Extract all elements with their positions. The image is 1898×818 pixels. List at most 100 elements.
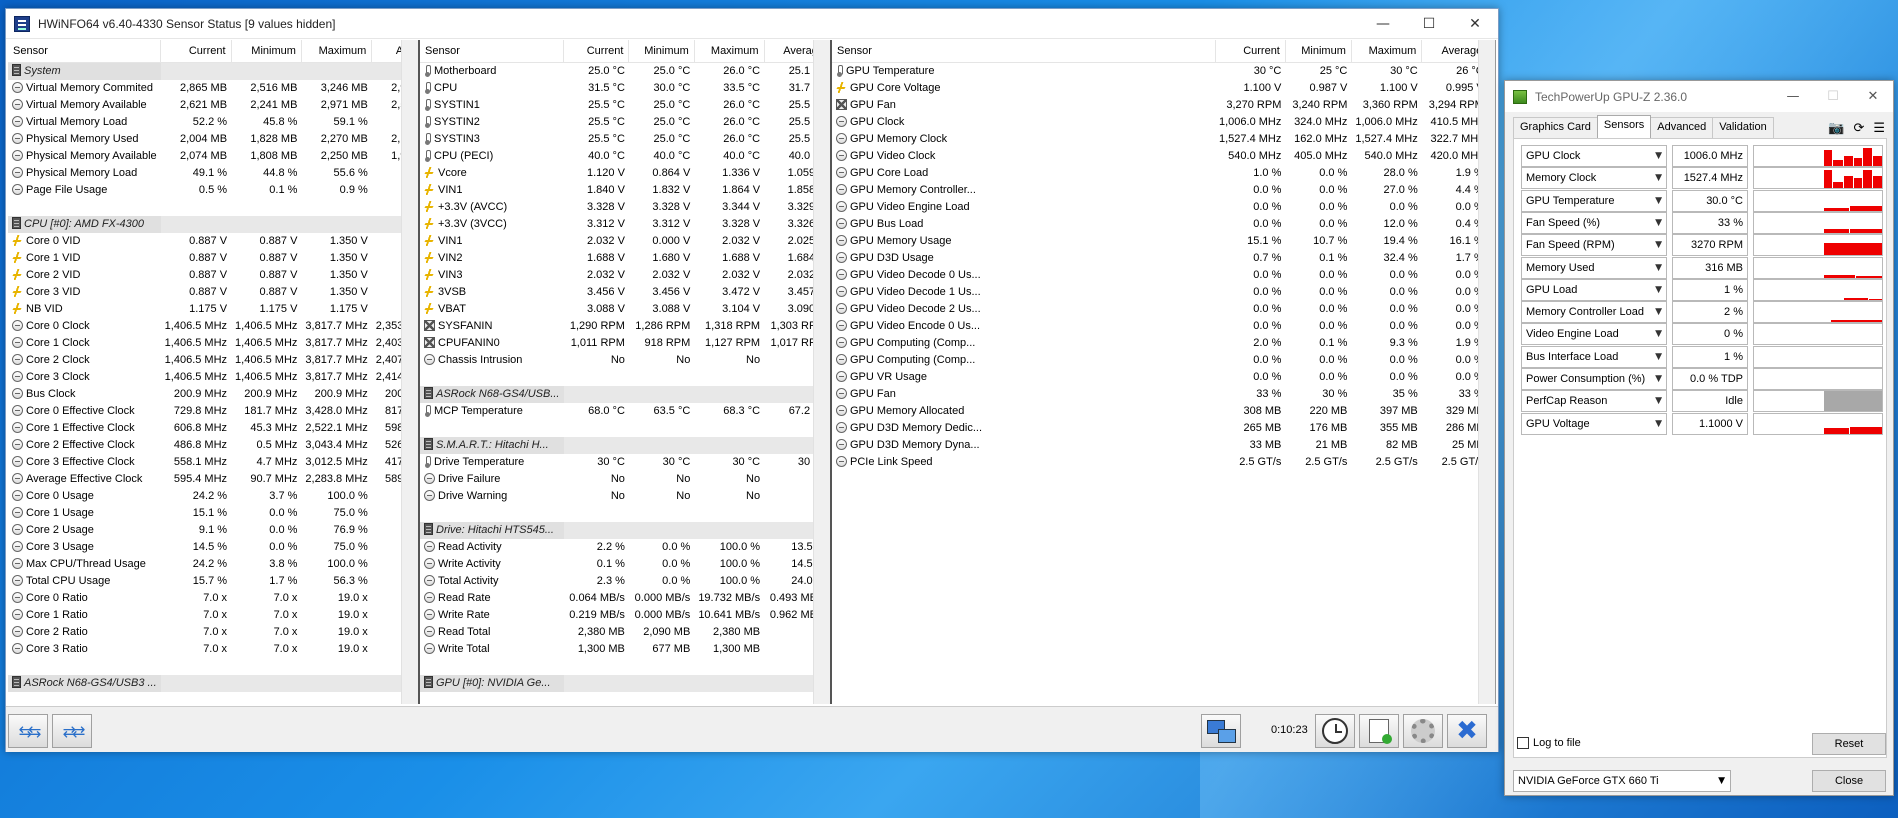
reset-button[interactable]: Reset [1812, 733, 1886, 755]
column-header-minimum[interactable]: Minimum [1285, 40, 1352, 63]
refresh-icon[interactable]: ⟳ [1853, 121, 1864, 136]
vertical-scrollbar[interactable] [401, 40, 418, 704]
sensor-row[interactable]: SYSTIN3 25.5 °C 25.0 °C 26.0 °C 25.5 °C [420, 131, 830, 148]
close-button[interactable]: ✕ [1452, 9, 1498, 39]
sensor-row[interactable]: Total CPU Usage15.7 %1.7 %56.3 %15.7 % [8, 573, 418, 590]
sensor-row[interactable]: GPU Computing (Comp... 0.0 % 0.0 % 0.0 % 0.0… [832, 352, 1488, 369]
sensor-row[interactable]: Drive Failure No No No [420, 471, 830, 488]
sensor-row[interactable]: Core 0 Ratio7.0 x7.0 x19.0 x11.7 x [8, 590, 418, 607]
sensor-row[interactable]: Core 0 VID0.887 V0.887 V1.350 V1.080 V [8, 233, 418, 250]
sensor-panel-2[interactable]: Sensor Current Minimum Maximum Average Mother… [420, 40, 832, 704]
sensor-row[interactable]: Average Effective Clock 595.4 MHz 90.7 MHz… [8, 471, 418, 488]
sensor-row[interactable]: GPU Fan 33 % 30 % 35 % 33 % [832, 386, 1488, 403]
sensor-row[interactable]: GPU Computing (Comp... 2.0 % 0.1 % 9.3 % 1.9… [832, 335, 1488, 352]
sensor-row[interactable]: Bus Clock 200.9 MHz 200.9 MHz 200.9 MHz 200.… [8, 386, 418, 403]
sensor-row[interactable]: Virtual Memory Load52.2 %45.8 %59.1 %53.… [8, 114, 418, 131]
column-header-sensor[interactable]: Sensor [420, 40, 564, 63]
sensor-row[interactable]: Read Total 2,380 MB 2,090 MB 2,380 MB [420, 624, 830, 641]
sensor-row[interactable]: Vcore 1.120 V 0.864 V 1.336 V 1.059 V [420, 165, 830, 182]
sensor-row[interactable]: Core 1 Usage15.1 %0.0 %75.0 %16.0 % [8, 505, 418, 522]
expand-columns-button[interactable]: ⇆⇆ [8, 714, 48, 748]
sensor-row[interactable]: Page File Usage0.5 %0.1 %0.9 %0.6 % [8, 182, 418, 199]
sensor-row[interactable]: CPU 31.5 °C 30.0 °C 33.5 °C 31.7 °C [420, 80, 830, 97]
sensor-row[interactable]: GPU Video Clock 540.0 MHz 405.0 MHz 540.0 M… [832, 148, 1488, 165]
sensor-row[interactable]: GPU Bus Load 0.0 % 0.0 % 12.0 % 0.4 % [832, 216, 1488, 233]
sensor-panel-1[interactable]: SensorCurrentMinimumMaximumAverageSystem… [8, 40, 420, 704]
sensor-group-header[interactable]: S.M.A.R.T.: Hitachi H... [420, 436, 830, 454]
maximize-button[interactable]: ☐ [1406, 9, 1452, 39]
sensor-label-dropdown[interactable]: Memory Used ▼ [1521, 256, 1667, 279]
sensor-label-dropdown[interactable]: Bus Interface Load ▼ [1521, 345, 1667, 368]
sensor-row[interactable]: VIN1 1.840 V 1.832 V 1.864 V 1.858 V [420, 182, 830, 199]
sensor-group-header[interactable]: ASRock N68-GS4/USB3 ... [8, 674, 418, 692]
sensor-row[interactable]: VIN2 1.688 V 1.680 V 1.688 V 1.684 V [420, 250, 830, 267]
sensor-row[interactable]: Virtual Memory Commited 2,865 MB 2,516 MB 3… [8, 80, 418, 97]
sensor-row[interactable]: Core 2 Clock 1,406.5 MHz 1,406.5 MHz 3,817.… [8, 352, 418, 369]
gpuz-titlebar[interactable]: TechPowerUp GPU-Z 2.36.0 — ☐ ✕ [1505, 81, 1893, 112]
sensor-row[interactable]: GPU Core Voltage 1.100 V 0.987 V 1.100 V 0.9… [832, 80, 1488, 97]
sensor-row[interactable]: GPU Temperature 30 °C 25 °C 30 °C 26 °C [832, 62, 1488, 80]
sensor-row[interactable]: Motherboard 25.0 °C 25.0 °C 26.0 °C 25.1 °C [420, 62, 830, 80]
close-gpuz-button[interactable]: Close [1812, 770, 1886, 792]
column-header-minimum[interactable]: Minimum [628, 40, 695, 63]
sensor-row[interactable]: Read Activity 2.2 % 0.0 % 100.0 % 13.5 % [420, 539, 830, 556]
minimize-button[interactable]: — [1360, 9, 1406, 39]
camera-icon[interactable]: 📷 [1828, 121, 1844, 136]
sensor-row[interactable]: Core 3 Ratio7.0 x7.0 x19.0 x12.0 x [8, 641, 418, 658]
sensor-row[interactable]: SYSTIN1 25.5 °C 25.0 °C 26.0 °C 25.5 °C [420, 97, 830, 114]
sensor-label-dropdown[interactable]: Power Consumption (%) ▼ [1521, 368, 1667, 390]
sensor-panel-3[interactable]: Sensor Current Minimum Maximum Average GPU Te… [832, 40, 1496, 704]
column-header-maximum[interactable]: Maximum [1351, 40, 1423, 63]
sensor-row[interactable]: SYSFANIN 1,290 RPM 1,286 RPM 1,318 RPM 1,303… [420, 318, 830, 335]
sensor-row[interactable]: GPU Memory Clock 1,527.4 MHz 162.0 MHz 1,52… [832, 131, 1488, 148]
sensor-row[interactable]: Core 2 Effective Clock 486.8 MHz 0.5 MHz 3,… [8, 437, 418, 454]
sensor-group-header[interactable]: CPU [#0]: AMD FX-4300 [8, 215, 418, 233]
sensor-group-header[interactable]: Drive: Hitachi HTS545... [420, 521, 830, 539]
sensor-row[interactable]: Physical Memory Load49.1 %44.8 %55.6 %51… [8, 165, 418, 182]
sensor-row[interactable]: Write Total 1,300 MB 677 MB 1,300 MB [420, 641, 830, 658]
sensor-row[interactable]: Read Rate 0.064 MB/s 0.000 MB/s 19.732 MB/s… [420, 590, 830, 607]
column-header-maximum[interactable]: Maximum [694, 40, 765, 63]
sensor-label-dropdown[interactable]: GPU Clock ▼ [1521, 145, 1667, 167]
sensor-row[interactable]: Core 1 Effective Clock 606.8 MHz 45.3 MHz 2… [8, 420, 418, 437]
sensor-row[interactable]: GPU Fan 3,270 RPM 3,240 RPM 3,360 RPM 3,294 … [832, 97, 1488, 114]
sensor-row[interactable]: Virtual Memory Available 2,621 MB 2,241 MB… [8, 97, 418, 114]
sensor-row[interactable]: GPU D3D Memory Dyna... 33 MB 21 MB 82 MB 25 … [832, 437, 1488, 454]
sensor-row[interactable]: Core 0 Usage24.2 %3.7 %100.0 %22.7 % [8, 488, 418, 505]
tab-graphics-card[interactable]: Graphics Card [1513, 117, 1598, 139]
sensor-row[interactable]: Core 3 Usage14.5 %0.0 %75.0 %10.7 % [8, 539, 418, 556]
sensor-row[interactable]: SYSTIN2 25.5 °C 25.0 °C 26.0 °C 25.5 °C [420, 114, 830, 131]
sensor-row[interactable]: VIN3 2.032 V 2.032 V 2.032 V 2.032 V [420, 267, 830, 284]
sensor-row[interactable]: VIN1 2.032 V 0.000 V 2.032 V 2.025 V [420, 233, 830, 250]
collapse-columns-button[interactable]: ⇄⇄ [52, 714, 92, 748]
sensor-row[interactable]: GPU D3D Usage 0.7 % 0.1 % 32.4 % 1.7 % [832, 250, 1488, 267]
sensor-row[interactable]: CPUFANIN0 1,011 RPM 918 RPM 1,127 RPM 1,017 … [420, 335, 830, 352]
sensor-row[interactable]: MCP Temperature 68.0 °C 63.5 °C 68.3 °C 67.2… [420, 403, 830, 420]
sensor-row[interactable]: PCIe Link Speed 2.5 GT/s 2.5 GT/s 2.5 GT/s 2… [832, 454, 1488, 471]
tab-advanced[interactable]: Advanced [1650, 117, 1714, 139]
sensor-row[interactable]: Write Rate 0.219 MB/s 0.000 MB/s 10.641 MB/… [420, 607, 830, 624]
sensor-row[interactable]: Core 0 Effective Clock 729.8 MHz 181.7 MHz… [8, 403, 418, 420]
sensor-row[interactable]: +3.3V (AVCC) 3.328 V 3.328 V 3.344 V 3.329 V [420, 199, 830, 216]
log-report-button[interactable] [1359, 714, 1399, 748]
sensor-row[interactable]: GPU Video Encode 0 Us... 0.0 % 0.0 % 0.0 % 0… [832, 318, 1488, 335]
network-button[interactable] [1201, 714, 1241, 748]
sensor-label-dropdown[interactable]: Fan Speed (RPM) ▼ [1521, 234, 1667, 257]
column-header-current[interactable]: Current [160, 40, 232, 63]
reset-timer-button[interactable] [1315, 714, 1355, 748]
column-header-sensor[interactable]: Sensor [832, 40, 1216, 63]
sensor-row[interactable]: GPU Memory Controller... 0.0 % 0.0 % 27.0 %… [832, 182, 1488, 199]
column-header-sensor[interactable]: Sensor [8, 40, 162, 63]
sensor-row[interactable]: Max CPU/Thread Usage24.2 %3.8 %100.0 %24… [8, 556, 418, 573]
sensor-row[interactable]: Core 3 Clock 1,406.5 MHz 1,406.5 MHz 3,817.… [8, 369, 418, 386]
sensor-row[interactable]: Drive Warning No No No [420, 488, 830, 505]
sensor-row[interactable]: GPU D3D Memory Dedic... 265 MB 176 MB 355 M… [832, 420, 1488, 437]
sensor-row[interactable]: GPU Clock 1,006.0 MHz 324.0 MHz 1,006.0 MHz… [832, 114, 1488, 131]
sensor-row[interactable]: Core 2 Ratio7.0 x7.0 x19.0 x12.0 x [8, 624, 418, 641]
sensor-row[interactable]: GPU Memory Usage 15.1 % 10.7 % 19.4 % 16.1 % [832, 233, 1488, 250]
sensor-row[interactable]: 3VSB 3.456 V 3.456 V 3.472 V 3.457 V [420, 284, 830, 301]
sensor-row[interactable]: NB VID1.175 V1.175 V1.175 V1.175 V [8, 301, 418, 318]
sensor-row[interactable]: Core 2 VID0.887 V0.887 V1.350 V1.081 V [8, 267, 418, 284]
sensor-row[interactable]: GPU Video Decode 2 Us... 0.0 % 0.0 % 0.0 % 0… [832, 301, 1488, 318]
sensor-group-header[interactable]: GPU [#0]: NVIDIA Ge... [420, 674, 830, 692]
